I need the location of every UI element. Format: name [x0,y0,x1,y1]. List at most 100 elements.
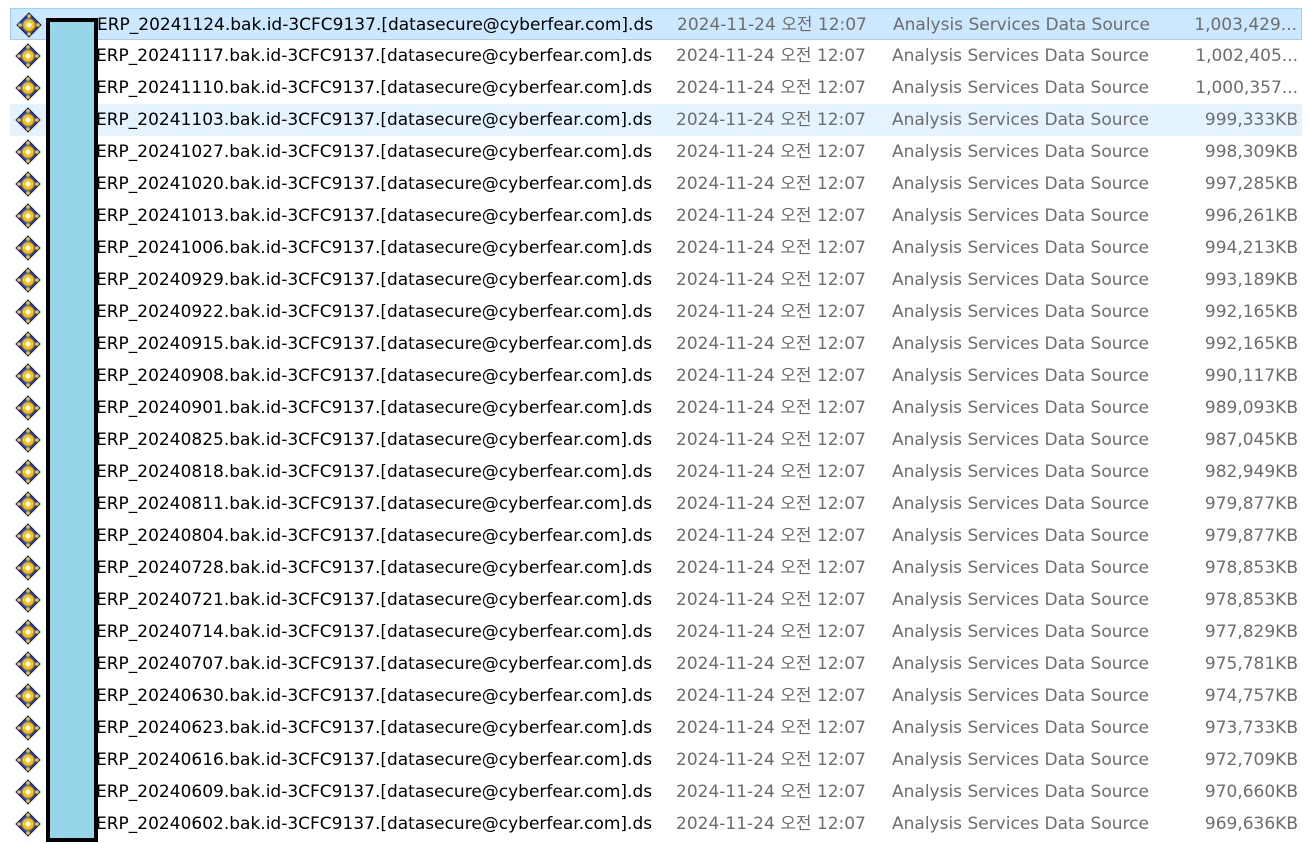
file-row[interactable]: ERP_20240929.bak.id-3CFC9137.[datasecure… [10,264,1302,296]
file-date-modified: 2024-11-24 오전 12:07 [676,174,866,194]
file-name: ERP_20240728.bak.id-3CFC9137.[datasecure… [96,558,653,578]
file-row[interactable]: ERP_20240721.bak.id-3CFC9137.[datasecure… [10,584,1302,616]
file-date-modified: 2024-11-24 오전 12:07 [676,654,866,674]
file-date-modified: 2024-11-24 오전 12:07 [676,462,866,482]
file-row[interactable]: ERP_20241110.bak.id-3CFC9137.[datasecure… [10,72,1302,104]
file-name: ERP_20241013.bak.id-3CFC9137.[datasecure… [96,206,653,226]
file-name: ERP_20240609.bak.id-3CFC9137.[datasecure… [96,782,653,802]
file-size: 992,165KB [1204,302,1298,322]
file-name: ERP_20240922.bak.id-3CFC9137.[datasecure… [96,302,653,322]
file-size: 1,003,429... [1194,15,1297,35]
file-date-modified: 2024-11-24 오전 12:07 [676,270,866,290]
file-name: ERP_20240929.bak.id-3CFC9137.[datasecure… [96,270,653,290]
analysis-data-source-icon [15,299,41,325]
file-date-modified: 2024-11-24 오전 12:07 [676,494,866,514]
file-row[interactable]: ERP_20240922.bak.id-3CFC9137.[datasecure… [10,296,1302,328]
file-row[interactable]: ERP_20240804.bak.id-3CFC9137.[datasecure… [10,520,1302,552]
file-size: 999,333KB [1204,110,1298,130]
file-date-modified: 2024-11-24 오전 12:07 [676,718,866,738]
file-type: Analysis Services Data Source [892,494,1149,514]
analysis-data-source-icon [15,235,41,261]
analysis-data-source-icon [15,523,41,549]
file-type: Analysis Services Data Source [892,206,1149,226]
file-name: ERP_20241103.bak.id-3CFC9137.[datasecure… [96,110,653,130]
analysis-data-source-icon [15,331,41,357]
file-date-modified: 2024-11-24 오전 12:07 [676,46,866,66]
file-date-modified: 2024-11-24 오전 12:07 [676,590,866,610]
file-row[interactable]: ERP_20240908.bak.id-3CFC9137.[datasecure… [10,360,1302,392]
analysis-data-source-icon [15,619,41,645]
file-size: 1,000,357... [1195,78,1298,98]
file-date-modified: 2024-11-24 오전 12:07 [677,15,867,35]
file-row[interactable]: ERP_20240811.bak.id-3CFC9137.[datasecure… [10,488,1302,520]
file-type: Analysis Services Data Source [892,238,1149,258]
file-size: 992,165KB [1204,334,1298,354]
analysis-data-source-icon [16,12,42,38]
analysis-data-source-icon [15,715,41,741]
file-date-modified: 2024-11-24 오전 12:07 [676,206,866,226]
file-row[interactable]: ERP_20240616.bak.id-3CFC9137.[datasecure… [10,744,1302,776]
file-size: 978,853KB [1204,590,1298,610]
redaction-overlay [46,18,98,842]
file-date-modified: 2024-11-24 오전 12:07 [676,366,866,386]
file-size: 990,117KB [1204,366,1298,386]
file-name: ERP_20240623.bak.id-3CFC9137.[datasecure… [96,718,653,738]
file-row[interactable]: ERP_20240901.bak.id-3CFC9137.[datasecure… [10,392,1302,424]
file-size: 969,636KB [1204,814,1298,834]
file-row[interactable]: ERP_20240728.bak.id-3CFC9137.[datasecure… [10,552,1302,584]
analysis-data-source-icon [15,779,41,805]
analysis-data-source-icon [15,203,41,229]
file-row[interactable]: ERP_20240602.bak.id-3CFC9137.[datasecure… [10,808,1302,840]
analysis-data-source-icon [15,107,41,133]
analysis-data-source-icon [15,395,41,421]
file-row[interactable]: ERP_20240825.bak.id-3CFC9137.[datasecure… [10,424,1302,456]
file-date-modified: 2024-11-24 오전 12:07 [676,302,866,322]
file-type: Analysis Services Data Source [892,366,1149,386]
analysis-data-source-icon [15,139,41,165]
file-name: ERP_20240818.bak.id-3CFC9137.[datasecure… [96,462,653,482]
file-row[interactable]: ERP_20241020.bak.id-3CFC9137.[datasecure… [10,168,1302,200]
file-row[interactable]: ERP_20240818.bak.id-3CFC9137.[datasecure… [10,456,1302,488]
file-type: Analysis Services Data Source [892,750,1149,770]
file-name: ERP_20240901.bak.id-3CFC9137.[datasecure… [96,398,653,418]
file-row[interactable]: ERP_20240714.bak.id-3CFC9137.[datasecure… [10,616,1302,648]
file-size: 978,853KB [1204,558,1298,578]
file-list[interactable]: ERP_20241124.bak.id-3CFC9137.[datasecure… [0,8,1308,840]
file-date-modified: 2024-11-24 오전 12:07 [676,430,866,450]
file-date-modified: 2024-11-24 오전 12:07 [676,782,866,802]
file-type: Analysis Services Data Source [892,78,1149,98]
file-size: 972,709KB [1204,750,1298,770]
file-type: Analysis Services Data Source [892,302,1149,322]
file-row[interactable]: ERP_20241103.bak.id-3CFC9137.[datasecure… [10,104,1302,136]
file-row[interactable]: ERP_20240915.bak.id-3CFC9137.[datasecure… [10,328,1302,360]
file-name: ERP_20241124.bak.id-3CFC9137.[datasecure… [97,15,654,35]
analysis-data-source-icon [15,587,41,613]
file-row[interactable]: ERP_20241013.bak.id-3CFC9137.[datasecure… [10,200,1302,232]
file-name: ERP_20240825.bak.id-3CFC9137.[datasecure… [96,430,653,450]
file-size: 987,045KB [1204,430,1298,450]
file-size: 974,757KB [1204,686,1298,706]
file-row[interactable]: ERP_20241124.bak.id-3CFC9137.[datasecure… [10,8,1302,40]
file-type: Analysis Services Data Source [892,270,1149,290]
file-row[interactable]: ERP_20240609.bak.id-3CFC9137.[datasecure… [10,776,1302,808]
file-date-modified: 2024-11-24 오전 12:07 [676,110,866,130]
file-date-modified: 2024-11-24 오전 12:07 [676,814,866,834]
file-row[interactable]: ERP_20240623.bak.id-3CFC9137.[datasecure… [10,712,1302,744]
file-date-modified: 2024-11-24 오전 12:07 [676,78,866,98]
file-row[interactable]: ERP_20240630.bak.id-3CFC9137.[datasecure… [10,680,1302,712]
file-date-modified: 2024-11-24 오전 12:07 [676,142,866,162]
file-row[interactable]: ERP_20240707.bak.id-3CFC9137.[datasecure… [10,648,1302,680]
file-name: ERP_20241006.bak.id-3CFC9137.[datasecure… [96,238,653,258]
file-date-modified: 2024-11-24 오전 12:07 [676,558,866,578]
file-row[interactable]: ERP_20241117.bak.id-3CFC9137.[datasecure… [10,40,1302,72]
file-type: Analysis Services Data Source [892,526,1149,546]
file-date-modified: 2024-11-24 오전 12:07 [676,622,866,642]
file-name: ERP_20240908.bak.id-3CFC9137.[datasecure… [96,366,653,386]
file-row[interactable]: ERP_20241027.bak.id-3CFC9137.[datasecure… [10,136,1302,168]
file-size: 993,189KB [1204,270,1298,290]
file-type: Analysis Services Data Source [892,654,1149,674]
file-type: Analysis Services Data Source [892,142,1149,162]
file-type: Analysis Services Data Source [892,590,1149,610]
file-row[interactable]: ERP_20241006.bak.id-3CFC9137.[datasecure… [10,232,1302,264]
file-type: Analysis Services Data Source [892,430,1149,450]
